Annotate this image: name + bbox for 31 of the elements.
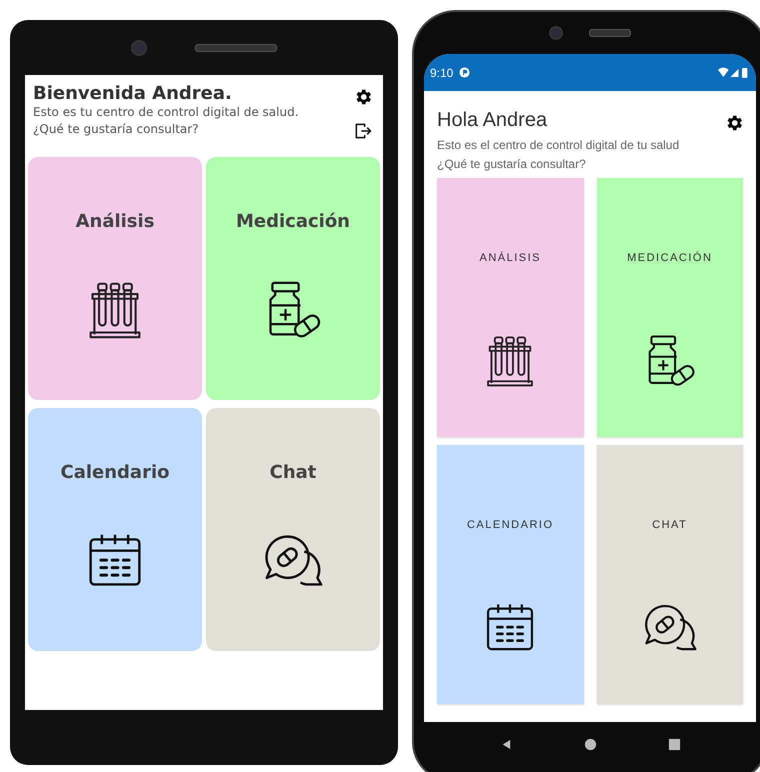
app-notification-icon: [459, 67, 470, 78]
signal-battery-icons: [718, 67, 750, 78]
camera-icon: [131, 40, 147, 56]
menu-tile[interactable]: CALENDARIO: [437, 445, 584, 704]
tile-label: Análisis: [76, 211, 154, 232]
tile-label: Chat: [270, 462, 316, 483]
recents-icon[interactable]: [668, 738, 680, 750]
menu-tile[interactable]: MEDICACIÓN: [596, 178, 743, 437]
menu-tile[interactable]: CHAT: [596, 445, 743, 704]
tile-label: MEDICACIÓN: [627, 252, 712, 264]
menu-tile[interactable]: ANÁLISIS: [437, 178, 584, 437]
prompt-text: ¿Qué te gustaría consultar?: [437, 156, 587, 173]
menu-tile[interactable]: Calendario: [28, 408, 202, 651]
menu-tile[interactable]: Chat: [206, 408, 380, 651]
greeting-title: Bienvenida Andrea.: [33, 83, 233, 104]
speaker-grille: [589, 29, 631, 37]
tile-label: CHAT: [652, 519, 688, 531]
home-icon[interactable]: [584, 738, 596, 750]
tile-label: Medicación: [236, 211, 350, 232]
menu-tile[interactable]: Análisis: [28, 157, 202, 400]
tile-label: Calendario: [60, 462, 170, 483]
logout-icon[interactable]: [353, 121, 373, 141]
prompt-text: ¿Qué te gustaría consultar?: [33, 121, 200, 138]
subtitle-text: Esto es tu centro de control digital de salud.: [33, 104, 299, 121]
menu-tile[interactable]: Medicación: [206, 157, 380, 400]
tile-label: CALENDARIO: [466, 519, 554, 531]
tile-label: ANÁLISIS: [479, 252, 542, 264]
greeting-title: Hola Andrea: [437, 109, 548, 132]
camera-icon: [549, 26, 563, 40]
status-time: 9:10: [430, 66, 454, 80]
subtitle-text: Esto es el centro de control digital de tu salud: [437, 137, 680, 154]
